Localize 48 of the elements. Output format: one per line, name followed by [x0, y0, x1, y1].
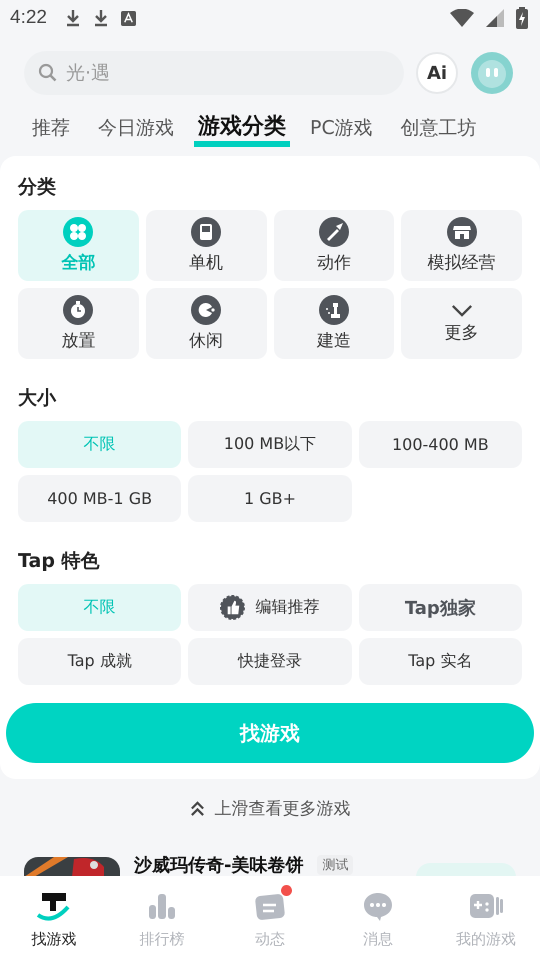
- sword-icon: [318, 217, 349, 247]
- stopwatch-icon: [63, 295, 94, 325]
- section-title: Tap 特色: [18, 549, 101, 574]
- wifi-icon: [450, 9, 474, 27]
- category-tab[interactable]: PC游戏: [296, 111, 387, 145]
- signal-icon: [486, 9, 504, 27]
- category-tab[interactable]: 推荐: [18, 111, 84, 145]
- battery-icon: [516, 7, 528, 29]
- section-title: 分类: [18, 175, 57, 200]
- section-title: 大小: [18, 386, 58, 411]
- category-tab[interactable]: 创意工坊: [386, 111, 491, 145]
- grid-icon: [63, 217, 94, 247]
- avatar-icon[interactable]: [470, 51, 514, 95]
- feature-option[interactable]: Tap 实名: [358, 638, 522, 685]
- nav-tab[interactable]: 找游戏: [0, 876, 108, 960]
- category-option[interactable]: 动作: [274, 210, 394, 281]
- game-tag: 测试: [317, 855, 354, 875]
- chevron-down-icon: [450, 304, 473, 316]
- double-chevron-up-icon: [190, 800, 204, 816]
- feature-option[interactable]: 编辑推荐: [188, 584, 352, 631]
- feature-option[interactable]: Tap独家: [358, 584, 522, 631]
- size-option[interactable]: 400 MB-1 GB: [18, 475, 182, 522]
- size-option[interactable]: 1 GB+: [188, 475, 352, 522]
- handheld-console-icon: [191, 217, 222, 247]
- feature-option[interactable]: Tap 成就: [18, 638, 182, 685]
- tower-icon: [318, 295, 349, 325]
- size-option[interactable]: 100 MB以下: [188, 421, 352, 468]
- pacman-icon: [191, 295, 222, 325]
- shop-icon: [446, 217, 477, 247]
- ai-button[interactable]: Ai: [416, 52, 458, 94]
- thumbs-up-badge-icon: [220, 595, 246, 620]
- category-option[interactable]: 模拟经营: [401, 210, 522, 281]
- download-icon: [64, 9, 81, 27]
- feature-option[interactable]: 快捷登录: [188, 638, 352, 685]
- category-option[interactable]: 建造: [274, 288, 394, 359]
- category-option[interactable]: 放置: [18, 288, 139, 359]
- status-time: 4:22: [10, 7, 47, 29]
- game-title: 沙威玛传奇-美味卷饼: [134, 855, 304, 877]
- size-option[interactable]: 100-400 MB: [358, 421, 522, 468]
- search-icon: [38, 63, 58, 83]
- category-option[interactable]: 单机: [146, 210, 266, 281]
- category-option[interactable]: 休闲: [146, 288, 266, 359]
- download-icon: [92, 9, 109, 27]
- category-option[interactable]: 更多: [401, 288, 522, 359]
- search-field[interactable]: 光·遇: [24, 51, 404, 95]
- keyboard-icon: [120, 10, 136, 26]
- category-tab[interactable]: 今日游戏: [84, 111, 188, 145]
- swipe-hint: 上滑查看更多游戏: [214, 798, 350, 820]
